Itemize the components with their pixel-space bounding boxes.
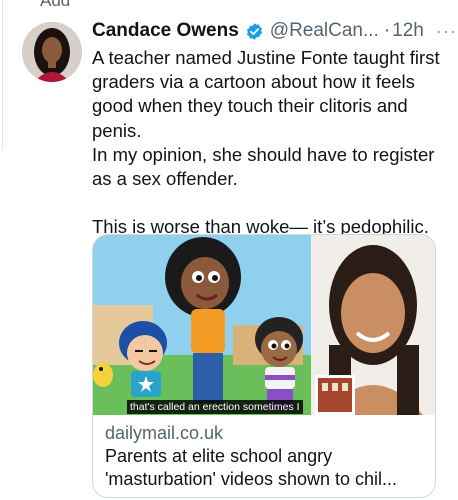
tweet-paragraph-2: In my opinion, she should have to regist… <box>92 143 435 190</box>
thread-divider <box>2 0 3 150</box>
card-title: Parents at elite school angry 'masturbat… <box>105 446 398 489</box>
tweet-text: A teacher named Justine Fonte taught fir… <box>92 46 452 239</box>
cut-off-text: Add <box>40 0 71 10</box>
card-domain: dailymail.co.uk <box>105 423 224 443</box>
card-image <box>93 235 435 415</box>
author-handle[interactable]: @RealCan... <box>270 20 379 42</box>
avatar[interactable] <box>22 22 82 82</box>
tweet-header: Candace Owens @RealCan... · 12h ··· <box>92 18 456 44</box>
more-options-icon[interactable]: ··· <box>436 21 457 42</box>
author-name[interactable]: Candace Owens <box>92 20 239 42</box>
link-card[interactable]: that's called an erection sometimes I da… <box>92 234 436 498</box>
tweet-timestamp[interactable]: 12h <box>392 20 424 42</box>
tweet-paragraph-1: A teacher named Justine Fonte taught fir… <box>92 47 440 141</box>
video-caption: that's called an erection sometimes I <box>127 400 303 414</box>
separator-dot: · <box>383 20 391 41</box>
verified-badge-icon <box>245 22 264 41</box>
avatar-image <box>22 22 82 82</box>
